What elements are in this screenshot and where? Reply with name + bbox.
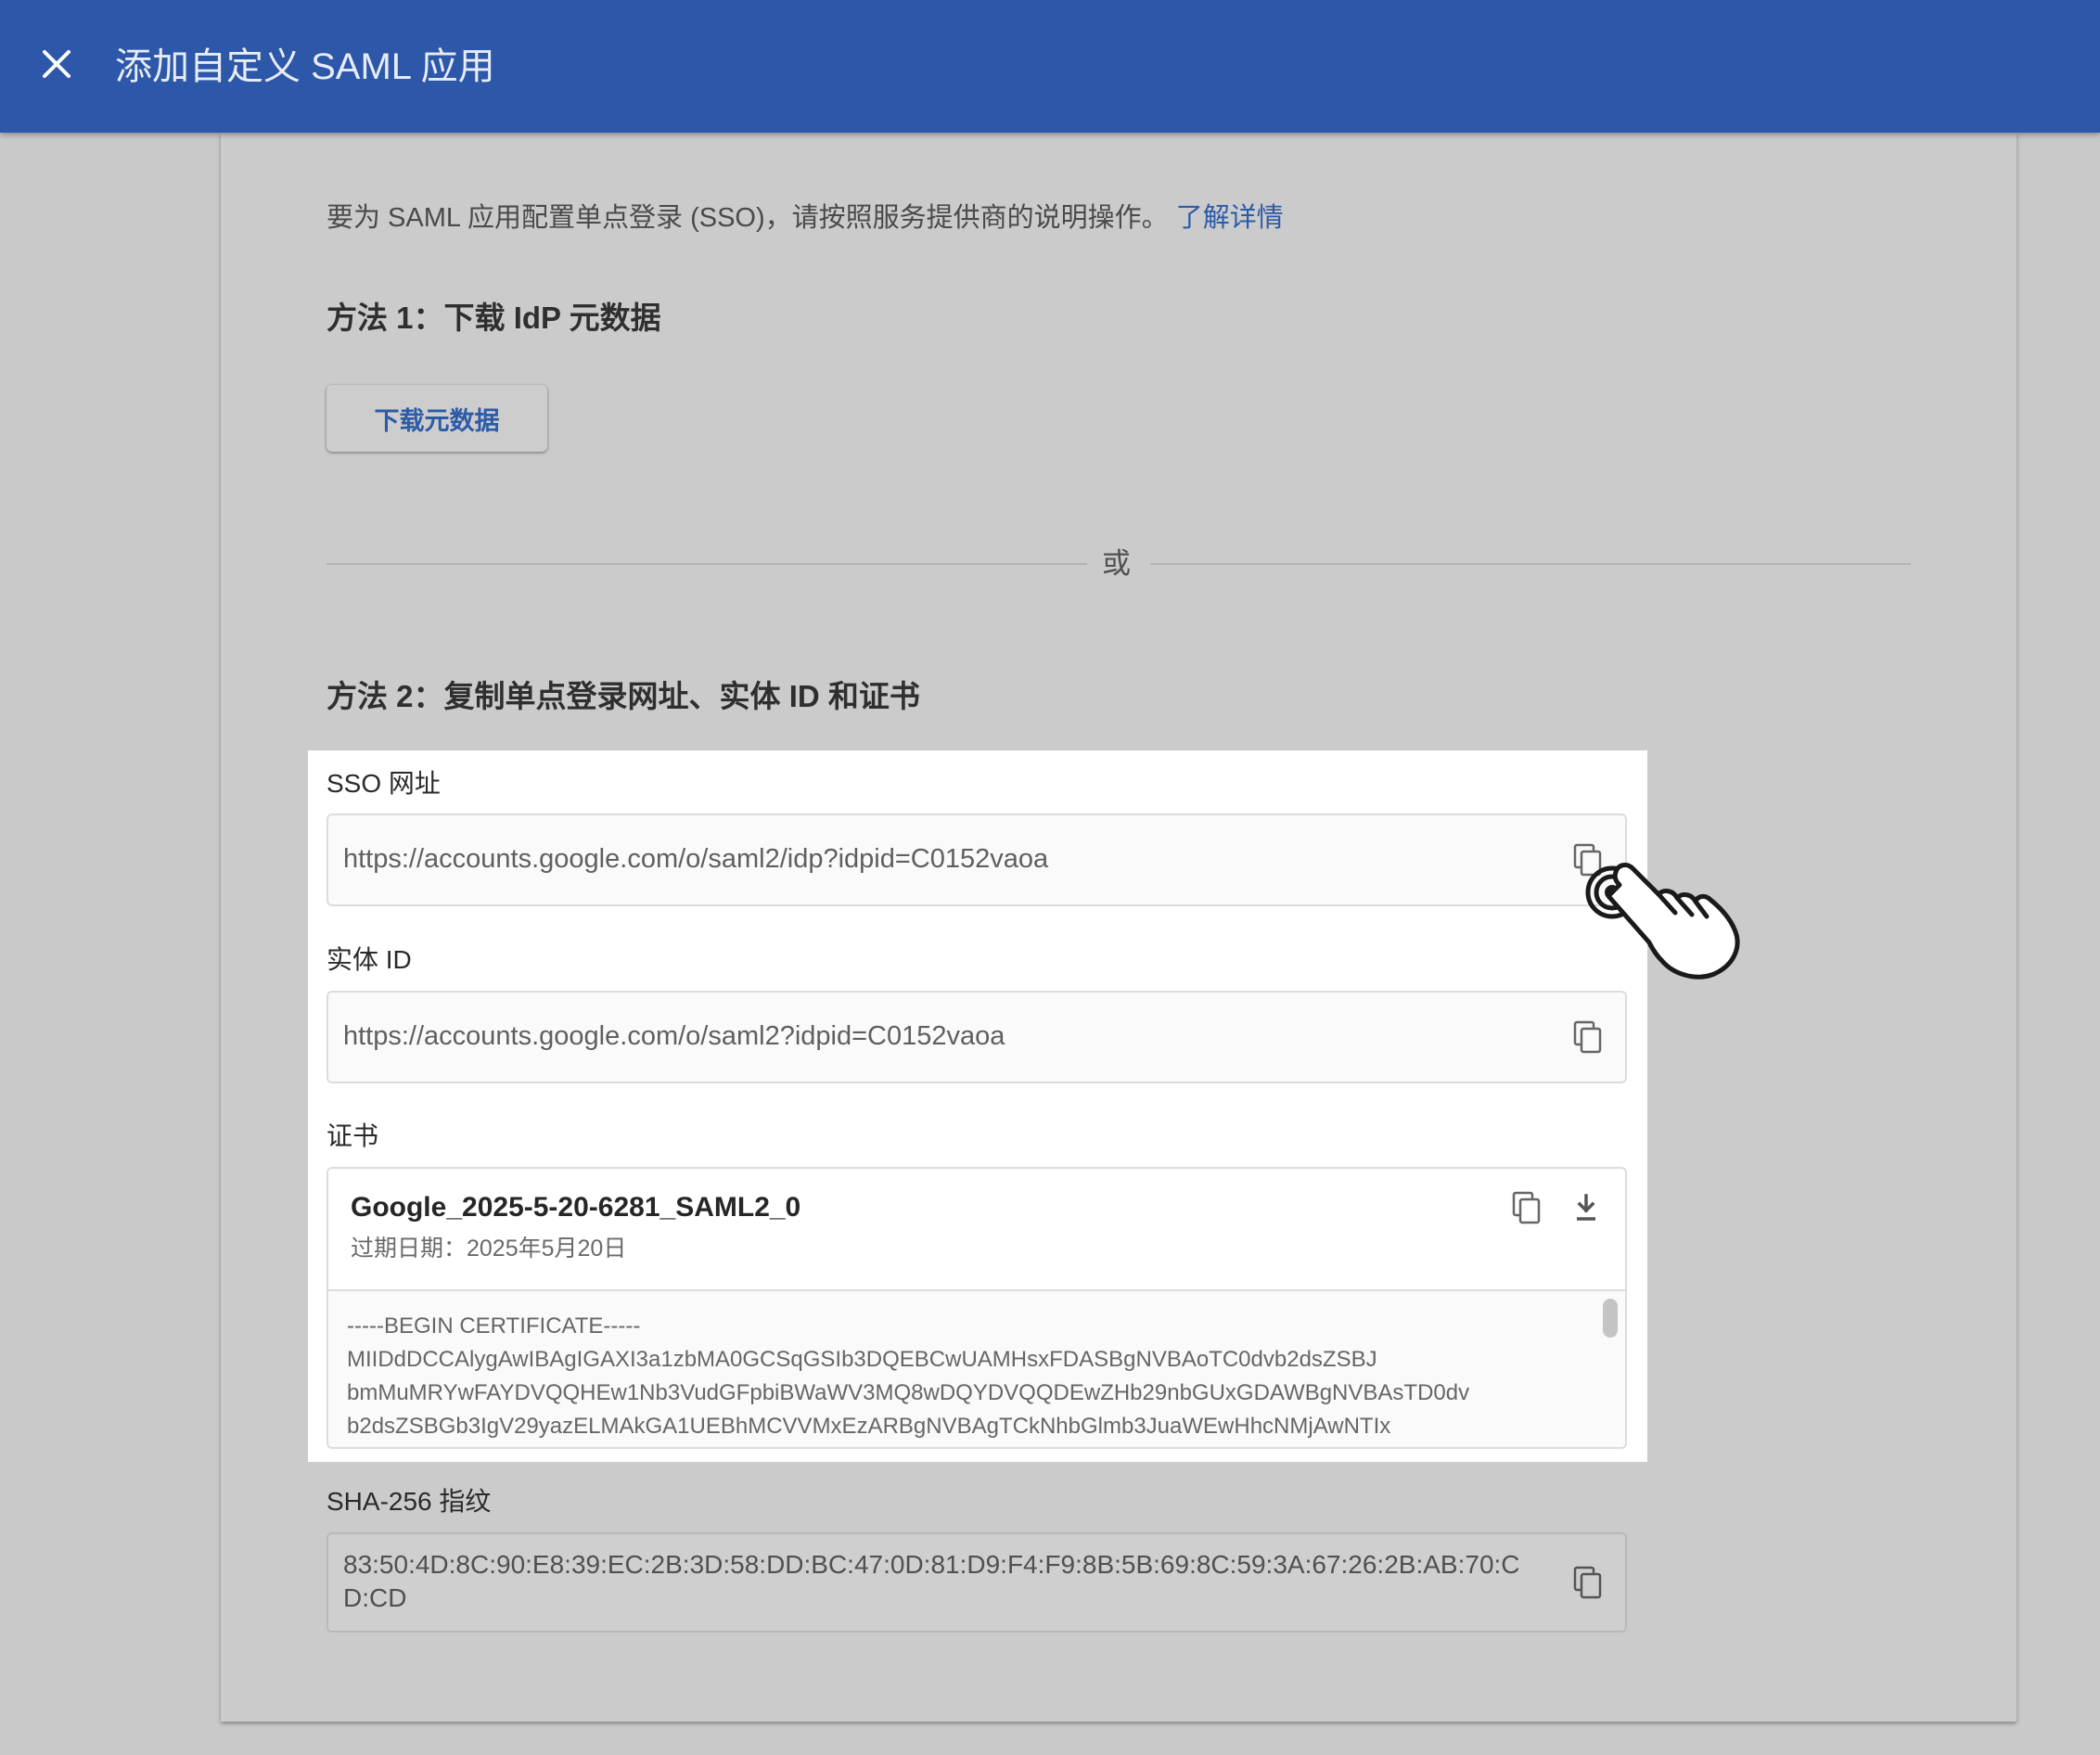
certificate-line: -----BEGIN CERTIFICATE----- <box>347 1313 641 1339</box>
entity-id-field[interactable]: https://accounts.google.com/o/saml2?idpi… <box>327 991 1627 1083</box>
copy-certificate-button[interactable] <box>1506 1187 1547 1228</box>
entity-id-label: 实体 ID <box>327 945 412 974</box>
copy-entity-id-button[interactable] <box>1568 1017 1608 1057</box>
scrollbar-thumb[interactable] <box>1603 1299 1618 1338</box>
sso-url-value: https://accounts.google.com/o/saml2/idp?… <box>343 844 1049 874</box>
download-metadata-button[interactable]: 下载元数据 <box>327 385 547 452</box>
entity-id-value: https://accounts.google.com/o/saml2?idpi… <box>343 1021 1005 1051</box>
intro-description: 要为 SAML 应用配置单点登录 (SSO)，请按照服务提供商的说明操作。 <box>327 203 1169 233</box>
divider-left <box>327 563 1087 565</box>
certificate-label: 证书 <box>327 1121 379 1150</box>
copy-icon <box>1512 1191 1541 1224</box>
close-button[interactable] <box>35 43 78 85</box>
certificate-text-area[interactable]: -----BEGIN CERTIFICATE----- MIIDdDCCAlyg… <box>328 1289 1625 1447</box>
method2-title: 方法 2：复制单点登录网址、实体 ID 和证书 <box>327 679 920 713</box>
sso-url-field[interactable]: https://accounts.google.com/o/saml2/idp?… <box>327 813 1627 906</box>
download-icon <box>1577 1194 1595 1221</box>
certificate-line: MIIDdDCCAlygAwIBAgIGAXI3a1zbMA0GCSqGSIb3… <box>347 1347 1377 1372</box>
page-title: 添加自定义 SAML 应用 <box>115 46 495 87</box>
certificate-expiry: 过期日期：2025年5月20日 <box>351 1236 627 1262</box>
certificate-name: Google_2025-5-20-6281_SAML2_0 <box>351 1192 801 1223</box>
certificate-line: b2dsZSBGb3IgV29yazELMAkGA1UEBhMCVVMxEzAR… <box>347 1414 1391 1439</box>
copy-icon <box>1573 1020 1602 1054</box>
copy-sha256-button[interactable] <box>1568 1562 1608 1603</box>
pointer-hand-icon <box>1585 863 1740 980</box>
method1-title: 方法 1：下载 IdP 元数据 <box>327 301 661 335</box>
app-header: 添加自定义 SAML 应用 <box>0 0 2100 133</box>
sso-url-label: SSO 网址 <box>327 769 441 798</box>
sha256-value-line2: D:CD <box>343 1583 407 1612</box>
download-certificate-button[interactable] <box>1566 1187 1607 1228</box>
intro-text: 要为 SAML 应用配置单点登录 (SSO)，请按照服务提供商的说明操作。 了解… <box>327 199 1284 237</box>
copy-icon <box>1573 1566 1602 1599</box>
close-icon <box>43 50 70 78</box>
sha256-value-line1: 83:50:4D:8C:90:E8:39:EC:2B:3D:58:DD:BC:4… <box>343 1550 1520 1579</box>
certificate-line: bmMuMRYwFAYDVQQHEw1Nb3VudGFpbiBWaWV3MQ8w… <box>347 1380 1470 1405</box>
divider-right <box>1150 563 1911 565</box>
divider-or: 或 <box>1102 547 1131 580</box>
learn-more-link[interactable]: 了解详情 <box>1176 203 1284 233</box>
certificate-card: Google_2025-5-20-6281_SAML2_0 过期日期：2025年… <box>327 1167 1627 1449</box>
sha256-field[interactable]: 83:50:4D:8C:90:E8:39:EC:2B:3D:58:DD:BC:4… <box>327 1532 1627 1633</box>
sha256-label: SHA-256 指纹 <box>327 1487 492 1516</box>
